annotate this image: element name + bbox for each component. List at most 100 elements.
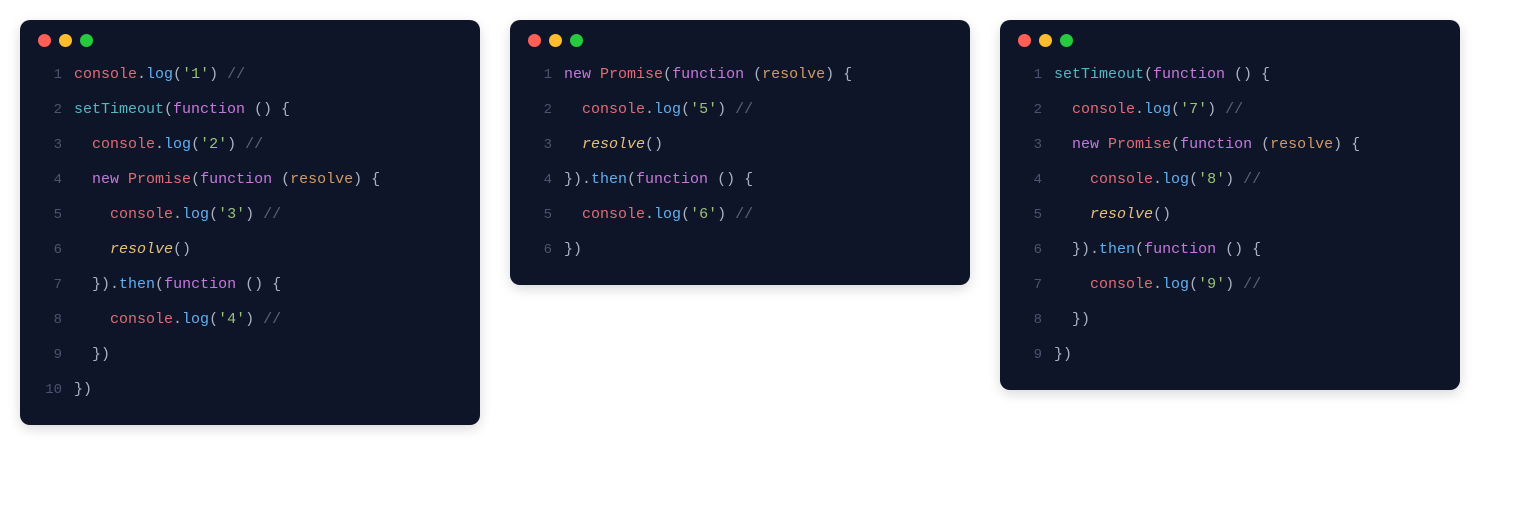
line-number: 7 xyxy=(34,277,62,293)
token-param: resolve xyxy=(1270,136,1333,153)
token-comment: // xyxy=(735,101,753,118)
line-content: }) xyxy=(1054,346,1072,363)
token-obj: Promise xyxy=(1108,136,1171,153)
code-line: 2setTimeout(function () { xyxy=(34,92,460,127)
close-icon[interactable] xyxy=(528,34,541,47)
line-number: 4 xyxy=(524,172,552,188)
token-punct: ( xyxy=(272,171,290,188)
line-number: 2 xyxy=(1014,102,1042,118)
code-lines: 1setTimeout(function () {2 console.log('… xyxy=(1000,57,1460,372)
token-obj: Promise xyxy=(128,171,191,188)
code-line: 6 }).then(function () { xyxy=(1014,232,1440,267)
token-punct: . xyxy=(1135,101,1144,118)
token-plain xyxy=(119,171,128,188)
maximize-icon[interactable] xyxy=(570,34,583,47)
token-punct: ( xyxy=(209,206,218,223)
token-punct: ( xyxy=(1189,171,1198,188)
line-content: }) xyxy=(74,381,92,398)
token-keyword: new xyxy=(92,171,119,188)
code-block-3: 1setTimeout(function () {2 console.log('… xyxy=(1000,20,1460,390)
token-plain xyxy=(1099,136,1108,153)
token-call: resolve xyxy=(110,241,173,258)
token-punct: . xyxy=(645,101,654,118)
token-obj: console xyxy=(74,66,137,83)
token-comment: // xyxy=(263,206,281,223)
traffic-lights xyxy=(1000,20,1460,57)
line-number: 4 xyxy=(34,172,62,188)
line-content: console.log('4') // xyxy=(74,311,281,328)
token-string: '2' xyxy=(200,136,227,153)
code-line: 7 console.log('9') // xyxy=(1014,267,1440,302)
code-line: 5 resolve() xyxy=(1014,197,1440,232)
minimize-icon[interactable] xyxy=(1039,34,1052,47)
token-keyword: function xyxy=(173,101,245,118)
token-punct: ) xyxy=(245,206,263,223)
line-number: 3 xyxy=(524,137,552,153)
close-icon[interactable] xyxy=(38,34,51,47)
code-line: 4 console.log('8') // xyxy=(1014,162,1440,197)
token-string: '6' xyxy=(690,206,717,223)
line-content: console.log('3') // xyxy=(74,206,281,223)
close-icon[interactable] xyxy=(1018,34,1031,47)
token-string: '7' xyxy=(1180,101,1207,118)
code-line: 6}) xyxy=(524,232,950,267)
token-punct: ) xyxy=(227,136,245,153)
token-comment: // xyxy=(245,136,263,153)
token-obj: console xyxy=(110,311,173,328)
token-call: resolve xyxy=(582,136,645,153)
token-builtin: setTimeout xyxy=(1054,66,1144,83)
line-number: 6 xyxy=(1014,242,1042,258)
maximize-icon[interactable] xyxy=(1060,34,1073,47)
token-punct: ( xyxy=(1171,136,1180,153)
token-string: '8' xyxy=(1198,171,1225,188)
token-punct: . xyxy=(645,206,654,223)
line-number: 8 xyxy=(34,312,62,328)
token-punct: ) { xyxy=(353,171,380,188)
line-number: 5 xyxy=(34,207,62,223)
line-number: 10 xyxy=(34,382,62,398)
token-keyword: function xyxy=(1153,66,1225,83)
code-block-2: 1new Promise(function (resolve) { 2 conso… xyxy=(510,20,970,285)
line-content: console.log('6') // xyxy=(564,206,753,223)
code-line: 3 console.log('2') // xyxy=(34,127,460,162)
token-punct: }) xyxy=(1054,346,1072,363)
token-param: resolve xyxy=(762,66,825,83)
code-line: 8 console.log('4') // xyxy=(34,302,460,337)
token-punct: ( xyxy=(191,136,200,153)
code-line: 1setTimeout(function () { xyxy=(1014,57,1440,92)
code-line: 1console.log('1') // xyxy=(34,57,460,92)
line-number: 2 xyxy=(524,102,552,118)
token-obj: console xyxy=(1090,276,1153,293)
token-builtin: setTimeout xyxy=(74,101,164,118)
token-method: log xyxy=(1162,276,1189,293)
code-lines: 1new Promise(function (resolve) { 2 conso… xyxy=(510,57,970,267)
line-number: 6 xyxy=(524,242,552,258)
token-method: then xyxy=(119,276,155,293)
code-line: 9 }) xyxy=(34,337,460,372)
token-string: '4' xyxy=(218,311,245,328)
token-method: log xyxy=(146,66,173,83)
token-punct: ( xyxy=(191,171,200,188)
line-content: resolve() xyxy=(74,241,191,258)
minimize-icon[interactable] xyxy=(549,34,562,47)
token-obj: console xyxy=(1072,101,1135,118)
token-obj: console xyxy=(582,101,645,118)
token-punct: }). xyxy=(564,171,591,188)
token-call: resolve xyxy=(1090,206,1153,223)
token-punct: }). xyxy=(1072,241,1099,258)
token-obj: console xyxy=(110,206,173,223)
token-keyword: function xyxy=(1144,241,1216,258)
token-punct: ) xyxy=(209,66,227,83)
minimize-icon[interactable] xyxy=(59,34,72,47)
maximize-icon[interactable] xyxy=(80,34,93,47)
line-content: new Promise(function (resolve) { xyxy=(564,66,852,83)
token-punct: ) xyxy=(717,206,735,223)
token-keyword: function xyxy=(1180,136,1252,153)
code-line: 4 new Promise(function (resolve) { xyxy=(34,162,460,197)
code-line: 6 resolve() xyxy=(34,232,460,267)
token-method: log xyxy=(1162,171,1189,188)
token-method: log xyxy=(654,206,681,223)
token-punct: ( xyxy=(1171,101,1180,118)
code-line: 1new Promise(function (resolve) { xyxy=(524,57,950,92)
token-punct: () { xyxy=(1225,66,1270,83)
